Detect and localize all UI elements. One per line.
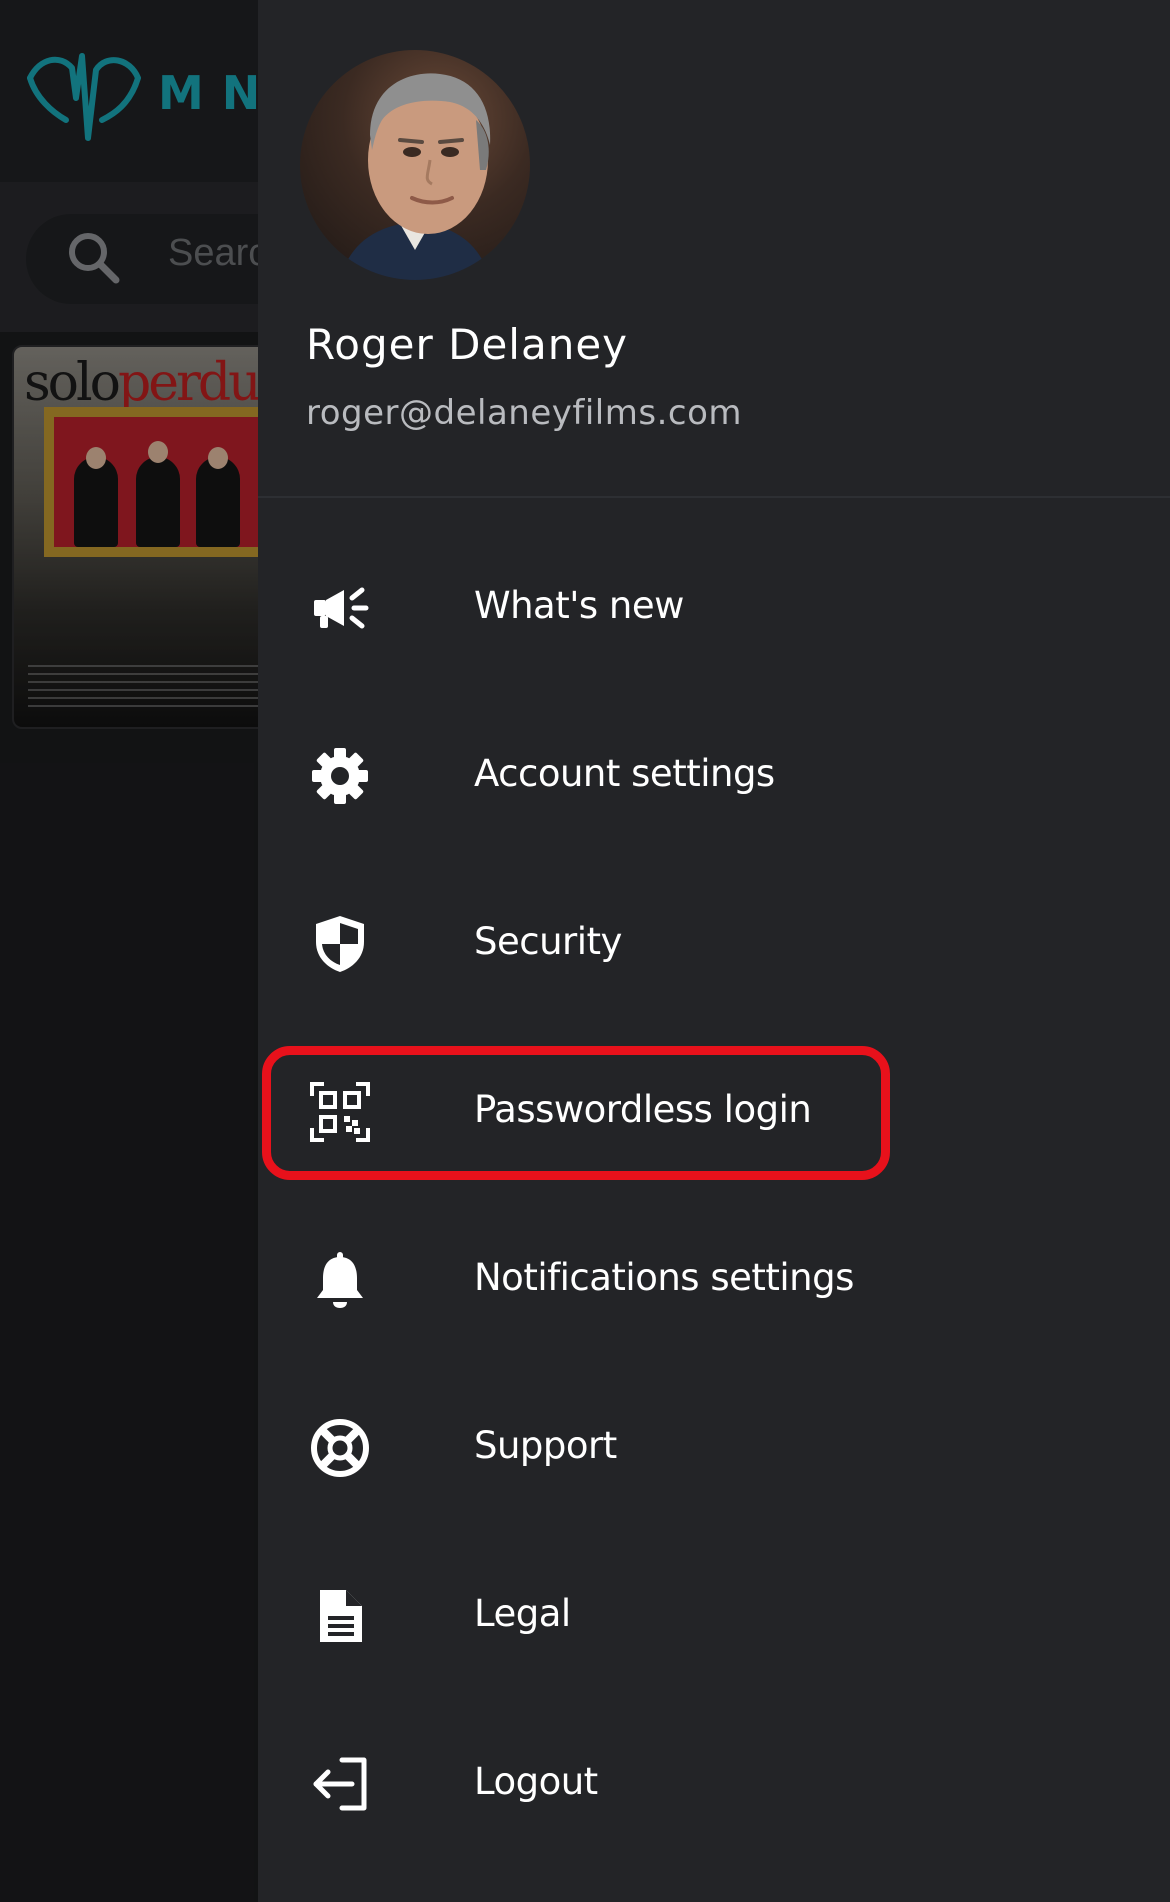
megaphone-icon [310,578,370,638]
menu-item-support[interactable]: Support [258,1364,1170,1532]
drawer-divider [258,496,1170,498]
menu-item-legal[interactable]: Legal [258,1532,1170,1700]
menu-item-label: What's new [474,584,684,627]
shield-icon [310,914,370,974]
document-icon [310,1586,370,1646]
avatar-portrait [340,73,491,280]
menu-item-label: Account settings [474,752,775,795]
drawer-menu: What's new Account settings Security Pas… [258,524,1170,1868]
menu-item-account-settings[interactable]: Account settings [258,692,1170,860]
menu-item-label: Security [474,920,622,963]
menu-item-logout[interactable]: Logout [258,1700,1170,1868]
profile-name: Roger Delaney [306,320,629,369]
menu-item-security[interactable]: Security [258,860,1170,1028]
logout-icon [310,1754,370,1814]
avatar[interactable] [300,50,530,280]
navigation-drawer: Roger Delaney roger@delaneyfilms.com Wha… [258,0,1170,1902]
profile-email: roger@delaneyfilms.com [306,393,742,433]
app-screen: MNE Searc soloperdue [0,0,1170,1902]
menu-item-label: Logout [474,1760,598,1803]
gear-icon [310,746,370,806]
menu-item-passwordless-login[interactable]: Passwordless login [258,1028,1170,1196]
menu-item-whats-new[interactable]: What's new [258,524,1170,692]
bell-icon [310,1250,370,1310]
menu-item-label: Support [474,1424,617,1467]
menu-item-label: Legal [474,1592,571,1635]
menu-item-label: Passwordless login [474,1088,812,1131]
qr-code-icon [310,1082,370,1142]
menu-item-notifications-settings[interactable]: Notifications settings [258,1196,1170,1364]
lifebuoy-icon [310,1418,370,1478]
menu-item-label: Notifications settings [474,1256,854,1299]
